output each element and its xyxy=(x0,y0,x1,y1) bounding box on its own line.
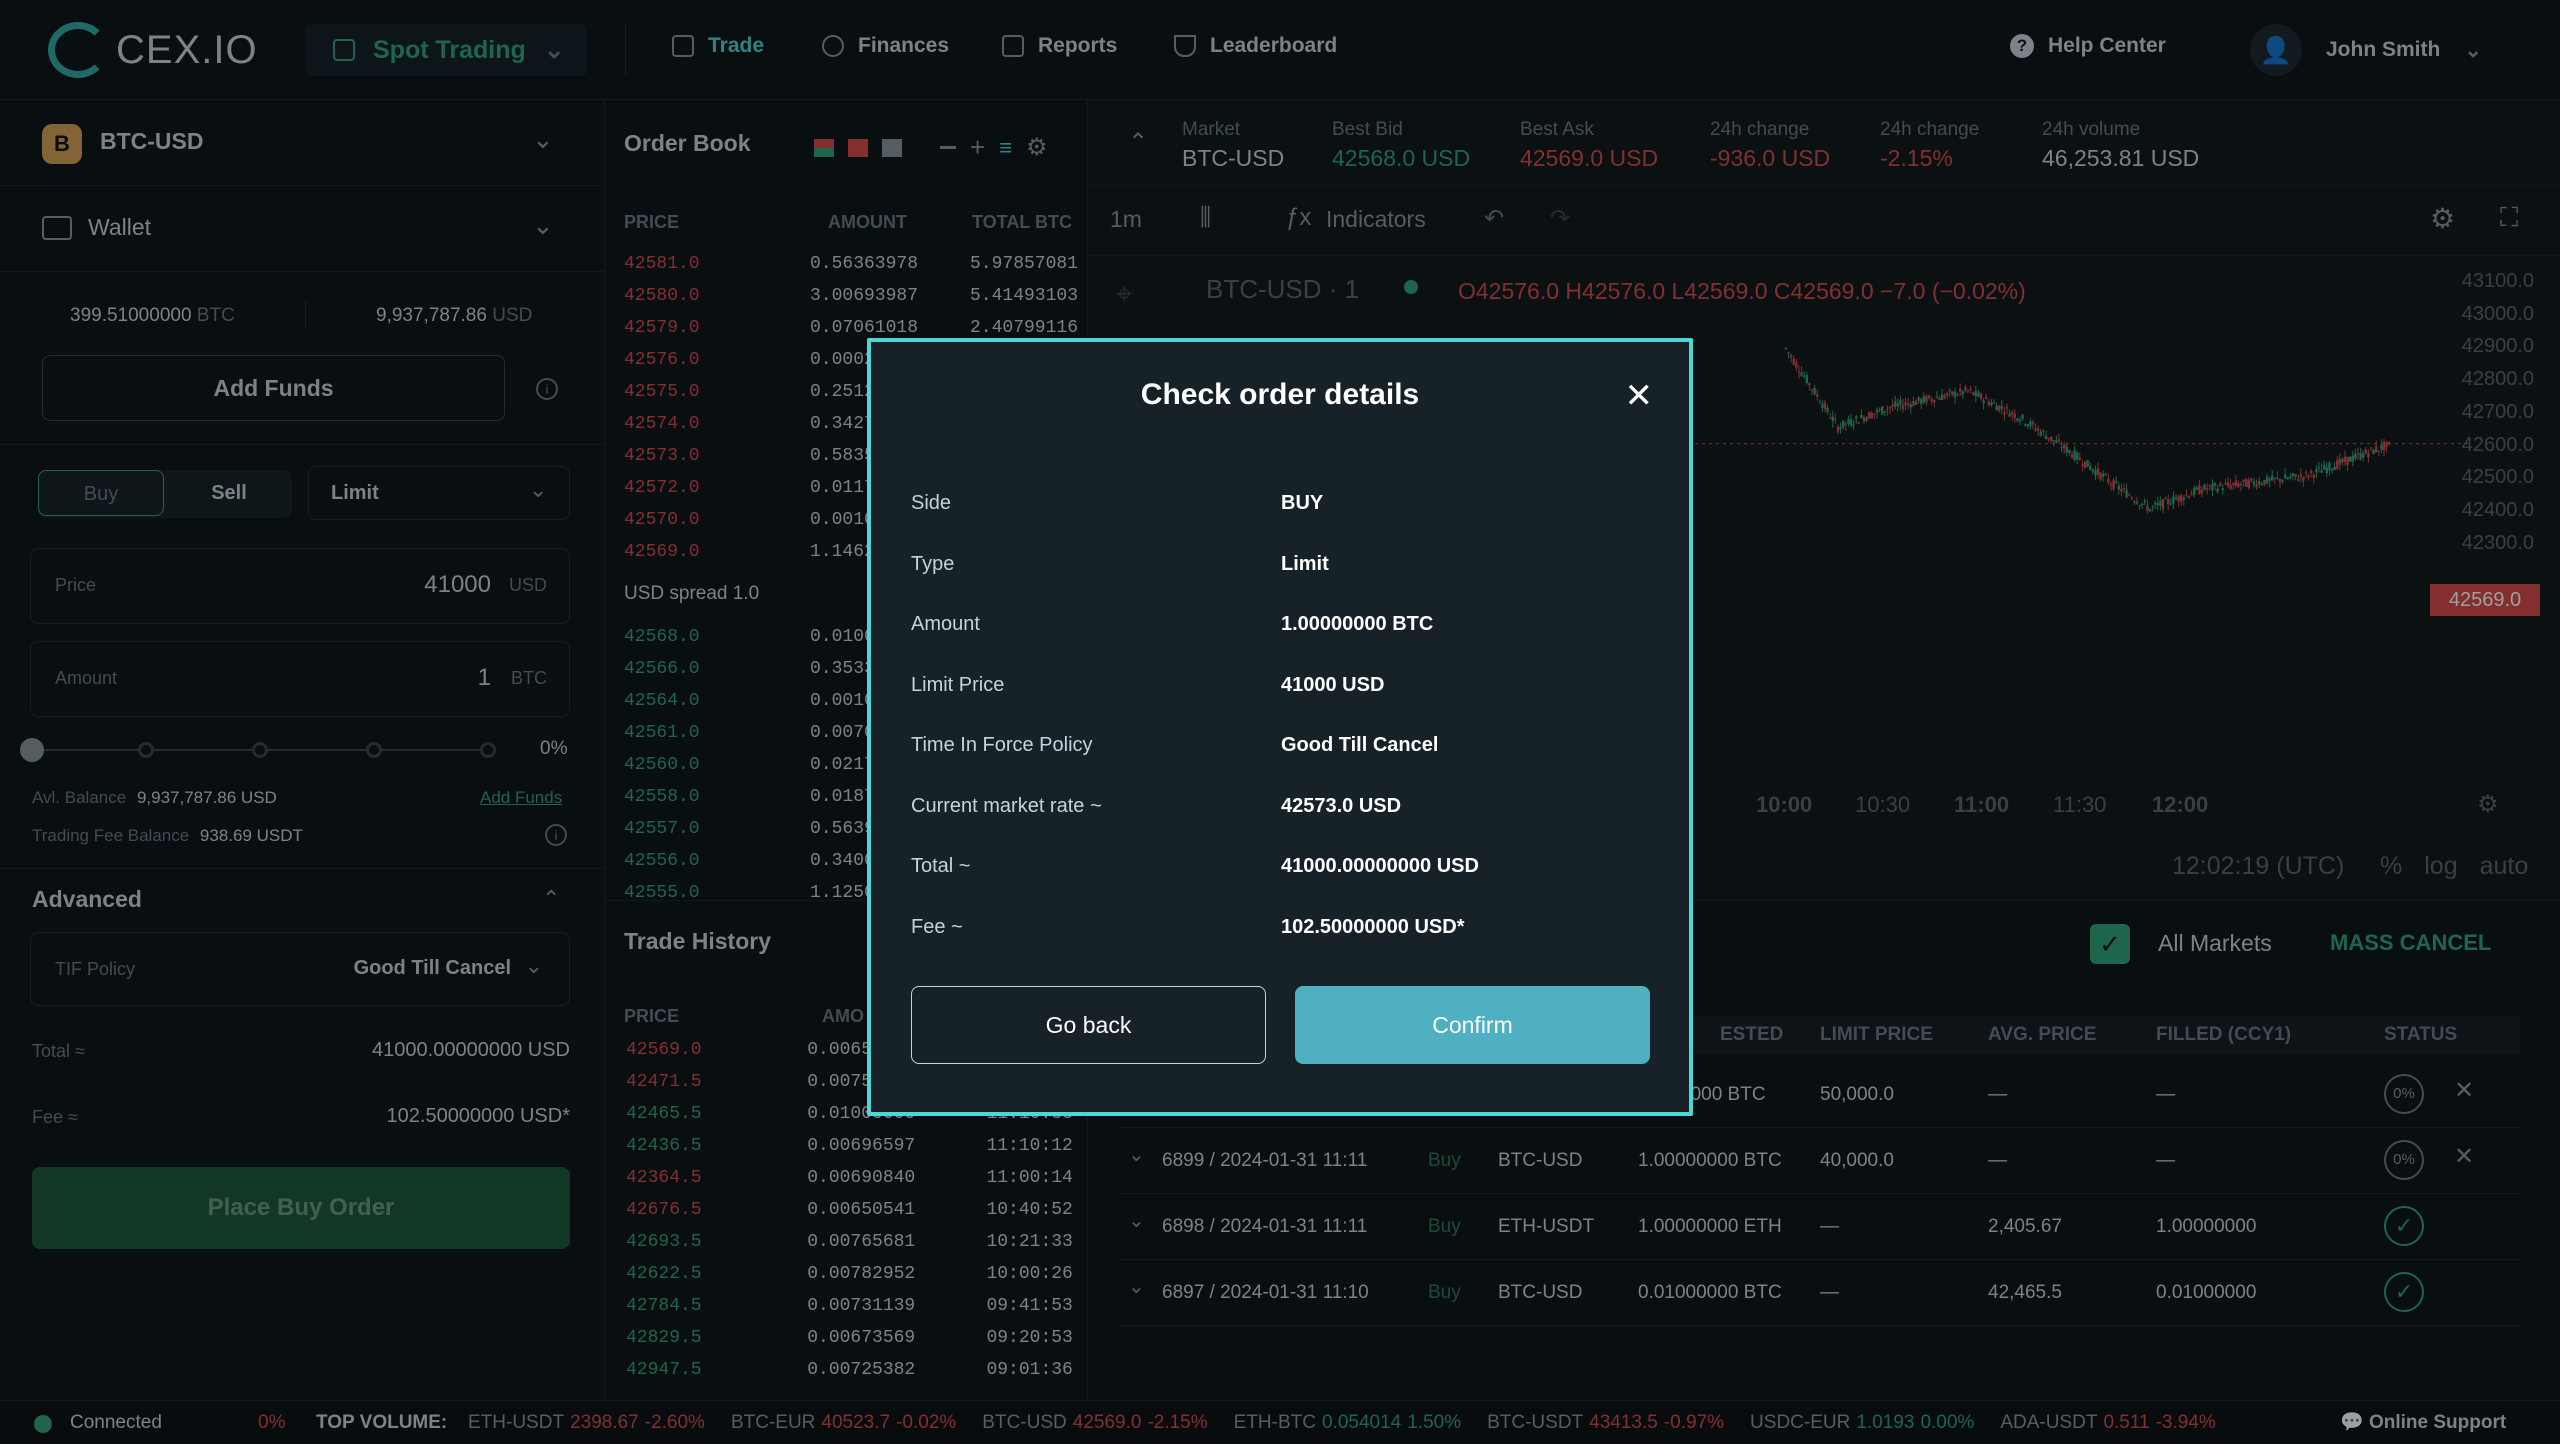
detail-value: BUY xyxy=(1281,492,1324,514)
check-order-modal: Check order details ✕ Side BUY Type Limit Am… xyxy=(867,338,1693,1116)
modal-detail-row: Fee ~ 102.50000000 USD* xyxy=(911,916,1651,939)
modal-detail-row: Amount 1.00000000 BTC xyxy=(911,613,1651,636)
detail-label: Limit Price xyxy=(911,673,1005,696)
close-icon[interactable]: ✕ xyxy=(1625,376,1654,416)
modal-detail-row: Time In Force Policy Good Till Cancel xyxy=(911,734,1651,757)
confirm-button[interactable]: Confirm xyxy=(1295,986,1650,1064)
detail-label: Type xyxy=(911,552,955,575)
detail-label: Total ~ xyxy=(911,855,971,877)
detail-value: 1.00000000 BTC xyxy=(1281,613,1434,635)
detail-value: 102.50000000 USD* xyxy=(1281,915,1465,938)
modal-detail-row: Current market rate ~ 42573.0 USD xyxy=(911,795,1651,818)
detail-label: Time In Force Policy xyxy=(911,734,1093,756)
modal-title: Check order details xyxy=(1140,378,1420,411)
detail-label: Amount xyxy=(911,613,980,635)
detail-label: Side xyxy=(911,492,952,514)
go-back-button[interactable]: Go back xyxy=(911,986,1266,1064)
detail-value: 41000 USD xyxy=(1281,673,1385,696)
detail-value: Good Till Cancel xyxy=(1281,734,1439,756)
detail-label: Current market rate ~ xyxy=(911,794,1102,817)
modal-detail-row: Total ~ 41000.00000000 USD xyxy=(911,855,1651,878)
detail-value: Limit xyxy=(1281,552,1329,575)
detail-value: 41000.00000000 USD xyxy=(1281,855,1479,877)
detail-label: Fee ~ xyxy=(911,915,963,938)
modal-detail-row: Limit Price 41000 USD xyxy=(911,674,1651,697)
modal-detail-row: Type Limit xyxy=(911,553,1651,576)
detail-value: 42573.0 USD xyxy=(1281,794,1402,817)
modal-detail-row: Side BUY xyxy=(911,492,1651,515)
